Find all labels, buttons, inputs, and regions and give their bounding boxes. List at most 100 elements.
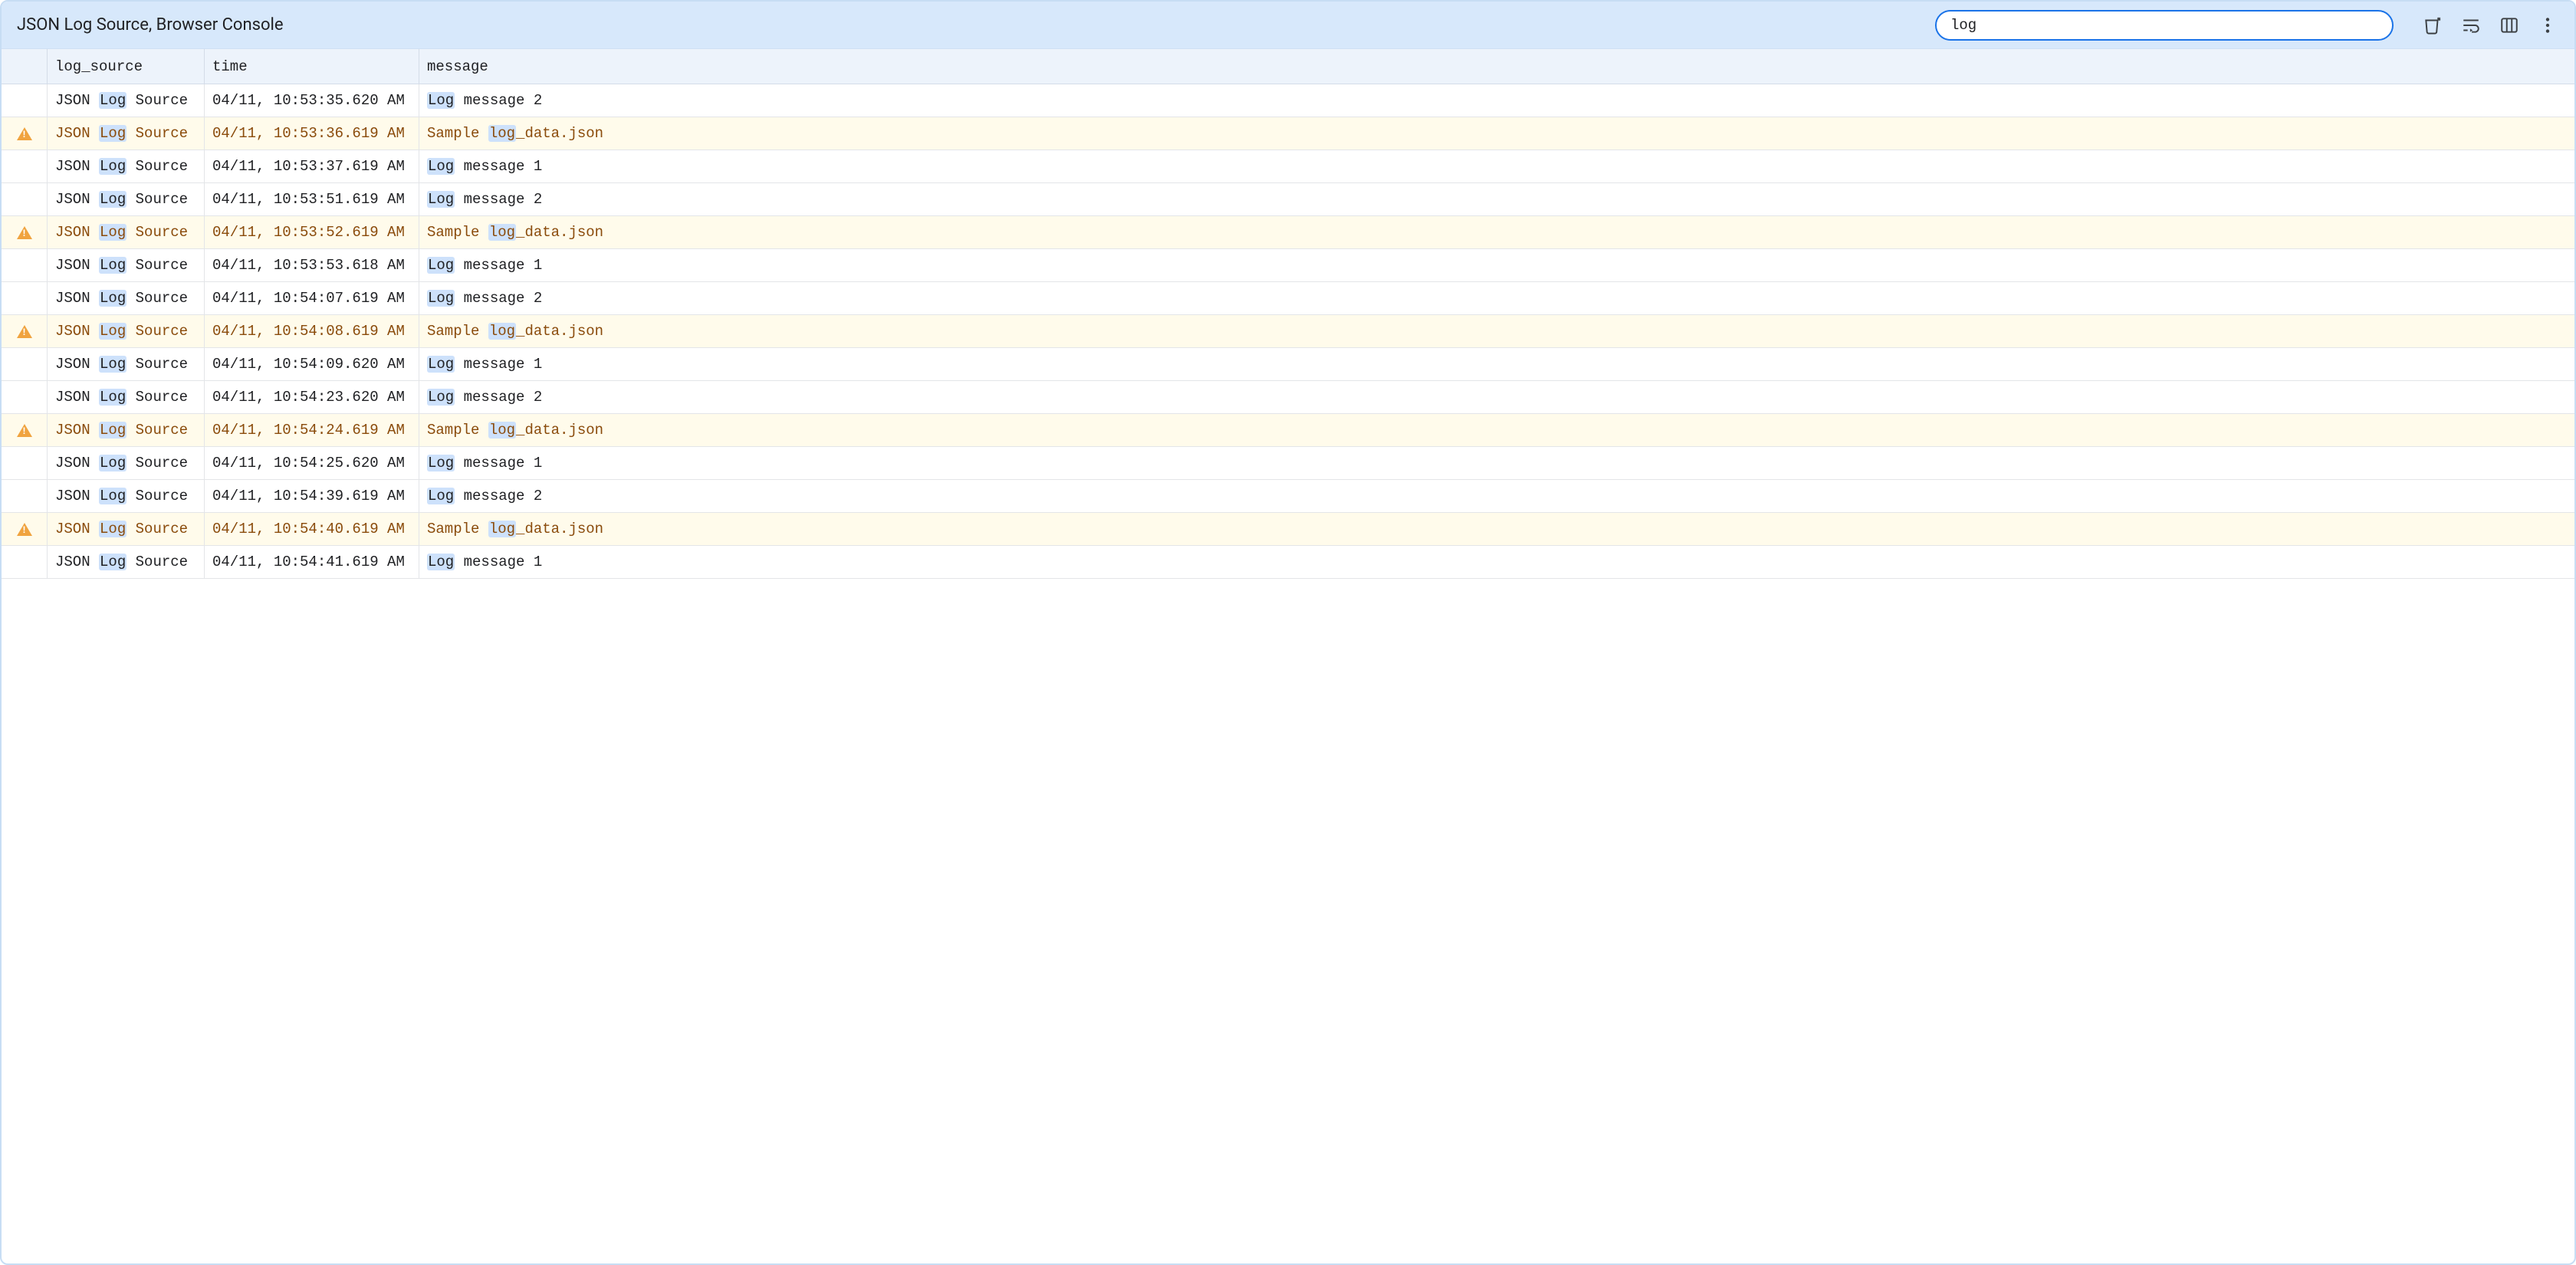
cell-message: Log message 1 <box>419 447 2574 479</box>
warning-icon <box>17 325 32 338</box>
columns-button[interactable] <box>2496 12 2522 38</box>
cell-level <box>2 513 48 545</box>
log-explorer-panel: JSON Log Source, Browser Console <box>0 0 2576 1265</box>
cell-time: 04/11, 10:54:07.619 AM <box>205 282 419 314</box>
cell-time: 04/11, 10:54:23.620 AM <box>205 381 419 413</box>
table-row[interactable]: JSON Log Source04/11, 10:53:52.619 AMSam… <box>2 216 2574 249</box>
table-row[interactable]: JSON Log Source04/11, 10:53:37.619 AMLog… <box>2 150 2574 183</box>
table-row[interactable]: JSON Log Source04/11, 10:54:40.619 AMSam… <box>2 513 2574 546</box>
search-highlight: Log <box>427 356 455 373</box>
search-highlight: Log <box>99 191 127 208</box>
col-header-level[interactable] <box>2 49 48 84</box>
table-row[interactable]: JSON Log Source04/11, 10:54:24.619 AMSam… <box>2 414 2574 447</box>
cell-message: Log message 2 <box>419 84 2574 117</box>
table-row[interactable]: JSON Log Source04/11, 10:53:35.620 AMLog… <box>2 84 2574 117</box>
cell-level <box>2 546 48 578</box>
search-highlight: Log <box>427 554 455 570</box>
search-highlight: Log <box>427 455 455 472</box>
cell-message: Log message 2 <box>419 480 2574 512</box>
cell-level <box>2 183 48 215</box>
table-row[interactable]: JSON Log Source04/11, 10:53:36.619 AMSam… <box>2 117 2574 150</box>
cell-log-source: JSON Log Source <box>48 282 205 314</box>
search-highlight: Log <box>427 257 455 274</box>
search-highlight: Log <box>99 125 127 142</box>
search-highlight: Log <box>427 92 455 109</box>
table-row[interactable]: JSON Log Source04/11, 10:54:07.619 AM Log… <box>2 282 2574 315</box>
search-highlight: log <box>488 422 516 439</box>
log-rows[interactable]: JSON Log Source04/11, 10:53:35.620 AMLog… <box>2 84 2574 1263</box>
col-header-message[interactable]: message <box>419 49 2574 84</box>
cell-level <box>2 84 48 117</box>
table-row[interactable]: JSON Log Source04/11, 10:54:08.619 AMSam… <box>2 315 2574 348</box>
cell-level <box>2 447 48 479</box>
search-highlight: Log <box>99 257 127 274</box>
table-row[interactable]: JSON Log Source04/11, 10:54:41.619 AMLog… <box>2 546 2574 579</box>
cell-time: 04/11, 10:54:08.619 AM <box>205 315 419 347</box>
search-highlight: Log <box>99 290 127 307</box>
cell-message: Log message 2 <box>419 381 2574 413</box>
cell-log-source: JSON Log Source <box>48 546 205 578</box>
wrap-lines-icon <box>2461 15 2481 35</box>
cell-message: Log message 1 <box>419 249 2574 281</box>
search-highlight: Log <box>99 389 127 406</box>
warning-icon <box>17 424 32 437</box>
col-header-time[interactable]: time <box>205 49 419 84</box>
table-row[interactable]: JSON Log Source04/11, 10:54:39.619 AMLog… <box>2 480 2574 513</box>
clear-panel-button[interactable] <box>2420 12 2446 38</box>
panel-title: JSON Log Source, Browser Console <box>17 15 284 34</box>
cell-message: Sample log_data.json <box>419 216 2574 248</box>
table-row[interactable]: JSON Log Source04/11, 10:54:09.620 AMLog… <box>2 348 2574 381</box>
cell-time: 04/11, 10:53:35.620 AM <box>205 84 419 117</box>
cell-message: Sample log_data.json <box>419 315 2574 347</box>
warning-icon <box>17 523 32 536</box>
cell-log-source: JSON Log Source <box>48 315 205 347</box>
search-highlight: Log <box>427 488 455 504</box>
toolbar: JSON Log Source, Browser Console <box>2 2 2574 49</box>
search-highlight: Log <box>99 92 127 109</box>
column-headers: log_source time message <box>2 49 2574 84</box>
more-menu-button[interactable] <box>2535 12 2561 38</box>
col-header-log-source[interactable]: log_source <box>48 49 205 84</box>
cell-time: 04/11, 10:53:53.618 AM <box>205 249 419 281</box>
cell-level <box>2 414 48 446</box>
cell-level <box>2 150 48 182</box>
table-row[interactable]: JSON Log Source04/11, 10:53:53.618 AMLog… <box>2 249 2574 282</box>
cell-time: 04/11, 10:53:52.619 AM <box>205 216 419 248</box>
toolbar-actions <box>2420 12 2561 38</box>
table-row[interactable]: JSON Log Source04/11, 10:54:23.620 AMLog… <box>2 381 2574 414</box>
cell-log-source: JSON Log Source <box>48 117 205 150</box>
search-highlight: Log <box>99 422 127 439</box>
cell-time: 04/11, 10:53:51.619 AM <box>205 183 419 215</box>
warning-icon <box>17 127 32 140</box>
cell-level <box>2 282 48 314</box>
cell-message: Sample log_data.json <box>419 117 2574 150</box>
search-highlight: log <box>488 224 516 241</box>
search-input[interactable] <box>1935 10 2394 41</box>
cell-log-source: JSON Log Source <box>48 513 205 545</box>
search-highlight: log <box>488 323 516 340</box>
cell-time: 04/11, 10:54:39.619 AM <box>205 480 419 512</box>
search-highlight: log <box>488 521 516 537</box>
cell-message: Sample log_data.json <box>419 414 2574 446</box>
cell-time: 04/11, 10:53:37.619 AM <box>205 150 419 182</box>
cell-log-source: JSON Log Source <box>48 249 205 281</box>
cell-log-source: JSON Log Source <box>48 150 205 182</box>
more-vertical-icon <box>2538 15 2558 35</box>
cell-message: Sample log_data.json <box>419 513 2574 545</box>
search-highlight: Log <box>427 389 455 406</box>
table-row[interactable]: JSON Log Source04/11, 10:54:25.620 AMLog… <box>2 447 2574 480</box>
cell-log-source: JSON Log Source <box>48 216 205 248</box>
cell-time: 04/11, 10:53:36.619 AM <box>205 117 419 150</box>
search-highlight: Log <box>427 158 455 175</box>
columns-icon <box>2499 15 2519 35</box>
cell-level <box>2 348 48 380</box>
cell-level <box>2 381 48 413</box>
cell-message: Log message 1 <box>419 150 2574 182</box>
cell-message: Log message 2 <box>419 183 2574 215</box>
warning-icon <box>17 226 32 239</box>
wrap-lines-button[interactable] <box>2458 12 2484 38</box>
search-highlight: Log <box>99 356 127 373</box>
table-row[interactable]: JSON Log Source04/11, 10:53:51.619 AMLog… <box>2 183 2574 216</box>
cell-log-source: JSON Log Source <box>48 381 205 413</box>
cell-log-source: JSON Log Source <box>48 348 205 380</box>
